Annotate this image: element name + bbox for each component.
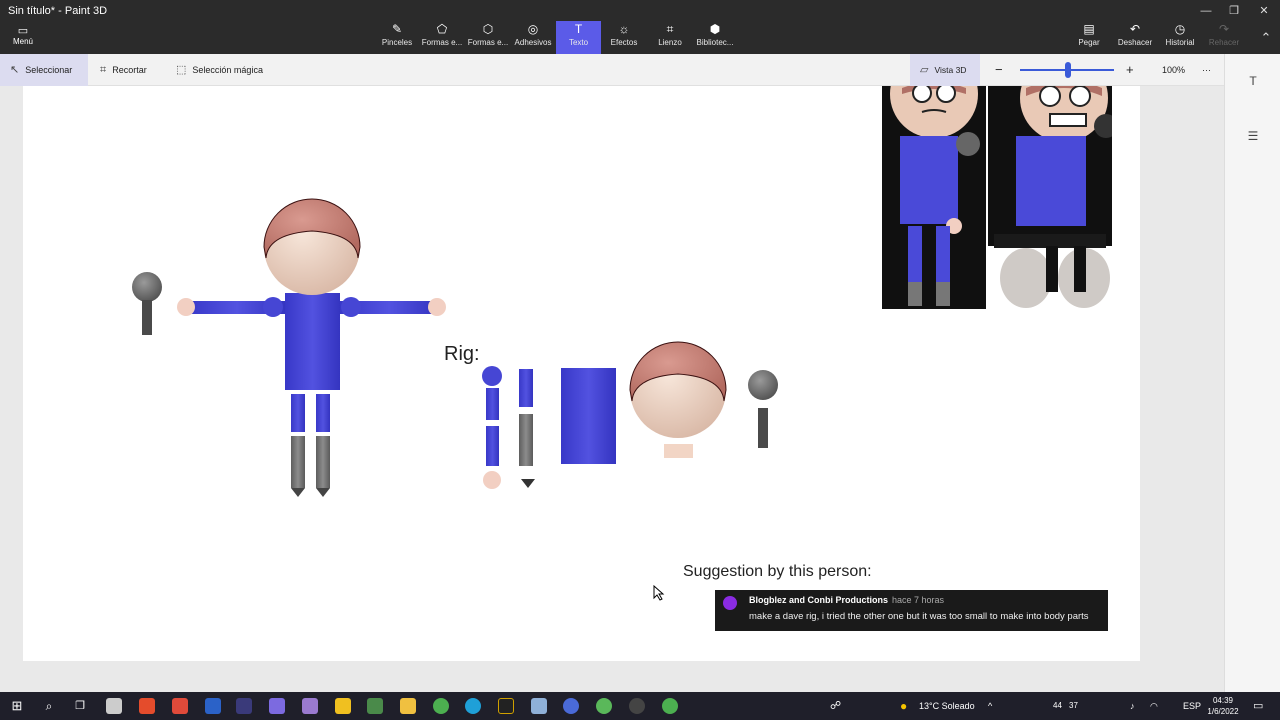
microphone-head	[132, 272, 162, 302]
word-icon[interactable]	[205, 698, 221, 714]
chrome-icon-2[interactable]	[662, 698, 678, 714]
comment-time: hace 7 horas	[892, 595, 945, 605]
comment-text: make a dave rig, i tried the other one b…	[749, 611, 1089, 622]
globe-app-icon[interactable]	[563, 698, 579, 714]
obs-icon[interactable]	[629, 698, 645, 714]
rig-shoulder-joint	[482, 366, 502, 386]
tray-counter-b: 37	[1069, 701, 1078, 710]
right-hand	[428, 298, 446, 316]
left-hand	[177, 298, 195, 316]
rig-upper-arm	[486, 388, 499, 420]
torso	[285, 293, 340, 390]
paint-3d-taskbar-icon[interactable]	[269, 698, 285, 714]
rig-lower-leg	[519, 414, 533, 466]
input-language[interactable]: ESP	[1183, 692, 1201, 720]
reference-image-2[interactable]	[988, 86, 1112, 309]
green-app-icon[interactable]	[596, 698, 612, 714]
file-explorer-icon[interactable]	[400, 698, 416, 714]
edge-icon[interactable]	[465, 698, 481, 714]
left-upper-leg	[291, 394, 305, 432]
terminal-app-icon[interactable]	[498, 698, 514, 714]
tray-counter-a: 44	[1053, 701, 1062, 710]
microphone-handle	[142, 300, 152, 335]
avatar	[723, 596, 737, 610]
mouse-cursor-icon	[653, 585, 665, 601]
people-icon[interactable]: ☍	[830, 692, 841, 720]
right-lower-leg	[316, 436, 330, 488]
right-upper-leg	[316, 394, 330, 432]
chrome-icon[interactable]	[433, 698, 449, 714]
weather-sun-icon: ●	[900, 699, 908, 713]
reference-image-1[interactable]	[882, 86, 986, 309]
rig-parts[interactable]	[482, 341, 778, 489]
comment-author-line: Blogblez and Conbi Productions hace 7 hor…	[749, 595, 944, 605]
notifications-icon[interactable]: ▭	[1253, 692, 1263, 720]
network-icon[interactable]: ◠	[1150, 692, 1158, 720]
taskbar: ⊞ ⌕ ❐ ☍ ● 13°C Soleado ^ 44 37 ♪ ◠ ESP 0…	[0, 692, 1280, 720]
rig-microphone-head	[748, 370, 778, 400]
suggestion-label: Suggestion by this person:	[683, 563, 872, 580]
rig-label: Rig:	[444, 343, 480, 365]
character-model[interactable]	[132, 198, 446, 497]
rig-forearm	[486, 426, 499, 466]
settings-gear-icon[interactable]	[106, 698, 122, 714]
editor-app-icon[interactable]	[236, 698, 252, 714]
rig-hand	[483, 471, 501, 489]
search-icon[interactable]: ⌕	[41, 698, 57, 714]
task-view-icon[interactable]: ❐	[72, 698, 88, 714]
tray-expand-icon[interactable]: ^	[988, 692, 992, 720]
misc-app-icon[interactable]	[531, 698, 547, 714]
rig-neck	[664, 444, 693, 458]
pdf-app-icon[interactable]	[172, 698, 188, 714]
paint-app-icon[interactable]	[302, 698, 318, 714]
clock-date: 1/6/2022	[1207, 707, 1239, 716]
clock-time: 04:39	[1212, 696, 1234, 705]
comment-card: Blogblez and Conbi Productions hace 7 hor…	[715, 590, 1108, 631]
rig-foot	[521, 479, 535, 488]
clock[interactable]: 04:39 1/6/2022	[1206, 695, 1240, 717]
rig-upper-leg	[519, 369, 533, 407]
volume-icon[interactable]: ♪	[1130, 692, 1135, 720]
start-windows-icon[interactable]: ⊞	[9, 698, 25, 714]
comment-author: Blogblez and Conbi Productions	[749, 595, 888, 605]
weather-text[interactable]: 13°C Soleado	[919, 692, 975, 720]
rig-microphone-handle	[758, 408, 768, 448]
rig-torso	[561, 368, 616, 464]
left-lower-leg	[291, 436, 305, 488]
brave-browser-icon[interactable]	[139, 698, 155, 714]
notes-app-icon[interactable]	[335, 698, 351, 714]
calculator-icon[interactable]	[367, 698, 383, 714]
